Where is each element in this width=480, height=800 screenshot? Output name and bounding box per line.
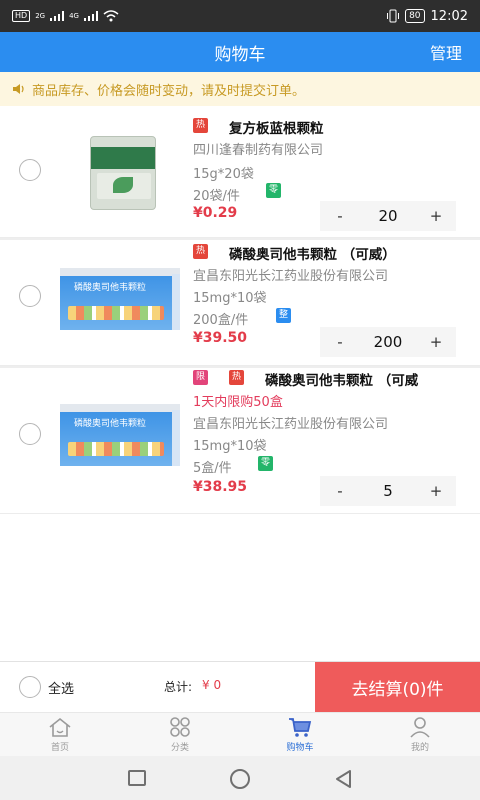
total-amount: ¥ 0 (202, 678, 222, 692)
cart-item: 磷酸奥司他韦颗粒 限 热 磷酸奥司他韦颗粒 （可威 1天内限购50盒 宜昌东阳光… (0, 368, 480, 514)
select-all-label[interactable]: 全选 (48, 678, 74, 697)
package-unit: 200盒/件 (193, 313, 249, 328)
page-title: 购物车 (214, 44, 266, 65)
decrease-button[interactable]: - (320, 482, 360, 500)
profile-icon (410, 717, 430, 738)
package-unit: 20袋/件 (193, 189, 240, 204)
quantity-stepper: - 200 + (320, 327, 456, 357)
price: ¥39.50 (193, 330, 248, 346)
battery-indicator: 80 (405, 9, 425, 23)
cart-item: 磷酸奥司他韦颗粒 热 磷酸奥司他韦颗粒 （可威） 宜昌东阳光长江药业股份有限公司… (0, 240, 480, 366)
quantity-stepper: - 20 + (320, 201, 456, 231)
status-right: 80 12:02 (387, 9, 468, 24)
tab-home-label: 首页 (50, 743, 69, 753)
product-image[interactable] (90, 136, 156, 210)
network-4g-indicator: 4G (69, 12, 79, 20)
cart-icon (289, 718, 312, 737)
manufacturer: 宜昌东阳光长江药业股份有限公司 (193, 417, 389, 432)
product-name[interactable]: 复方板蓝根颗粒 (229, 117, 324, 137)
tab-category-label: 分类 (170, 743, 189, 753)
increase-button[interactable]: + (416, 333, 456, 351)
home-nav-icon[interactable] (230, 769, 250, 789)
manufacturer: 四川逢春制药有限公司 (193, 143, 324, 158)
category-icon (170, 717, 190, 737)
home-icon (49, 717, 71, 737)
price: ¥0.29 (193, 205, 238, 221)
back-icon[interactable] (332, 768, 354, 790)
decrease-button[interactable]: - (320, 333, 360, 351)
total-label: 总计: (164, 680, 193, 694)
hd-indicator: HD (12, 10, 31, 22)
network-2g-indicator: 2G (35, 12, 46, 20)
checkout-button[interactable]: 去结算(0)件 (315, 662, 480, 712)
item-select-radio[interactable] (19, 285, 41, 307)
tab-bar: 首页 分类 购物车 我的 (0, 712, 480, 756)
purchase-limit-text: 1天内限购50盒 (193, 395, 283, 410)
product-name[interactable]: 磷酸奥司他韦颗粒 （可威 (265, 369, 418, 389)
manage-button[interactable]: 管理 (430, 40, 462, 64)
specification: 15g*20袋 (193, 167, 254, 182)
vibrate-icon (387, 9, 400, 23)
cart-item: 热 复方板蓝根颗粒 四川逢春制药有限公司 15g*20袋 20袋/件 零 ¥0.… (0, 106, 480, 238)
package-unit: 5盒/件 (193, 461, 232, 476)
tab-cart-label: 购物车 (286, 743, 314, 753)
notice-text: 商品库存、价格会随时变动，请及时提交订单。 (32, 83, 306, 99)
tab-home[interactable]: 首页 (0, 713, 120, 756)
select-all-radio[interactable] (19, 676, 41, 698)
tab-category[interactable]: 分类 (120, 713, 240, 756)
product-image[interactable]: 磷酸奥司他韦颗粒 (60, 404, 180, 466)
tab-cart[interactable]: 购物车 (240, 713, 360, 756)
speaker-icon (13, 84, 24, 94)
wifi-icon (103, 10, 119, 22)
item-select-radio[interactable] (19, 423, 41, 445)
increase-button[interactable]: + (416, 207, 456, 225)
tab-profile[interactable]: 我的 (360, 713, 480, 756)
signal-icon-2 (83, 11, 98, 21)
system-nav-bar (0, 756, 480, 800)
notice-bar: 商品库存、价格会随时变动，请及时提交订单。 (0, 72, 480, 106)
status-left: HD 2G 4G (12, 10, 119, 22)
increase-button[interactable]: + (416, 482, 456, 500)
limit-badge: 限 (193, 370, 208, 385)
checkout-bar: 全选 总计: ¥ 0 去结算(0)件 (0, 661, 480, 712)
quantity-value[interactable]: 5 (360, 482, 416, 500)
recent-apps-icon[interactable] (128, 770, 146, 786)
retail-badge: 零 (258, 456, 273, 471)
quantity-value[interactable]: 20 (360, 207, 416, 225)
clock: 12:02 (430, 8, 468, 24)
hot-badge: 热 (229, 370, 244, 385)
item-select-radio[interactable] (19, 159, 41, 181)
whole-badge: 整 (276, 308, 291, 323)
quantity-value[interactable]: 200 (360, 333, 416, 351)
specification: 15mg*10袋 (193, 439, 267, 454)
retail-badge: 零 (266, 183, 281, 198)
header: 购物车 管理 (0, 32, 480, 72)
product-name[interactable]: 磷酸奥司他韦颗粒 （可威） (229, 243, 396, 263)
hot-badge: 热 (193, 244, 208, 259)
signal-icon (50, 11, 65, 21)
product-image[interactable]: 磷酸奥司他韦颗粒 (60, 268, 180, 330)
hot-badge: 热 (193, 118, 208, 133)
manufacturer: 宜昌东阳光长江药业股份有限公司 (193, 269, 389, 284)
specification: 15mg*10袋 (193, 291, 267, 306)
tab-profile-label: 我的 (410, 743, 429, 753)
quantity-stepper: - 5 + (320, 476, 456, 506)
decrease-button[interactable]: - (320, 207, 360, 225)
price: ¥38.95 (193, 479, 248, 495)
status-bar: HD 2G 4G 80 12:02 (0, 0, 480, 32)
